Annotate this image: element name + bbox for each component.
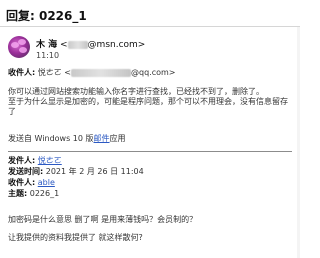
- quoted-to-label: 收件人:: [8, 178, 36, 187]
- email-subject: 回复: 0226_1: [6, 9, 87, 23]
- sender-email: @msn.com>: [87, 40, 146, 50]
- quoted-sent-value: 2021 年 2 月 26 日 11:04: [45, 167, 144, 176]
- quoted-subject: 主题: 0226_1: [8, 188, 144, 199]
- quoted-body-line: 加密码是什么意思 删了啊 是用来薄钱吗？会员制的？: [8, 215, 198, 224]
- quoted-to: 收件人: able: [8, 177, 144, 188]
- recipient-email: @qq.com>: [131, 68, 176, 77]
- signature: 发送自 Windows 10 版邮件应用: [8, 133, 126, 144]
- signature-prefix: 发送自 Windows 10 版: [8, 134, 94, 143]
- sender-line[interactable]: 木 海 < @msn.com>: [36, 37, 145, 50]
- sent-time: 11:10: [36, 51, 60, 60]
- quoted-body-line: 让我提供的资料我提供了 就这样散何?: [8, 233, 143, 242]
- sender-name: 木 海: [36, 40, 58, 50]
- mail-app-link[interactable]: 邮件: [94, 134, 110, 143]
- recipient-name: 悦ㄜㄛ: [37, 68, 62, 77]
- avatar-petal: [18, 39, 26, 45]
- recipient-line[interactable]: 收件人: 悦ㄜㄛ < @qq.com>: [8, 67, 176, 78]
- body-line: 至于为什么显示是加密的，可能是程序问题，那个可以不用理会，没有信息留存了: [8, 97, 288, 116]
- sender-avatar[interactable]: [8, 36, 30, 58]
- quoted-from: 发件人: 悦ㄜㄛ: [8, 155, 144, 166]
- quoted-from-link[interactable]: 悦ㄜㄛ: [38, 156, 62, 165]
- quoted-subject-label: 主题:: [8, 189, 28, 198]
- avatar-petal: [19, 47, 27, 53]
- redacted-text: [67, 40, 88, 49]
- header-divider: [0, 26, 300, 27]
- recipient-label: 收件人:: [8, 68, 36, 77]
- quote-divider: [8, 151, 292, 152]
- body-line: 你可以通过网站搜索功能输入你名字进行查找，已经找不到了，删除了。: [8, 87, 264, 96]
- quoted-body: 加密码是什么意思 删了啊 是用来薄钱吗？会员制的？ 让我提供的资料我提供了 就这…: [8, 214, 197, 250]
- quoted-to-link[interactable]: able: [38, 178, 55, 187]
- redacted-text: [71, 68, 131, 77]
- quoted-from-label: 发件人:: [8, 156, 36, 165]
- signature-suffix: 应用: [109, 134, 126, 143]
- message-body: 你可以通过网站搜索功能输入你名字进行查找，已经找不到了，删除了。 至于为什么显示…: [8, 87, 294, 117]
- scrollbar[interactable]: [297, 27, 300, 258]
- quoted-sent-label: 发送时间:: [8, 167, 44, 176]
- quoted-header: 发件人: 悦ㄜㄛ 发送时间: 2021 年 2 月 26 日 11:04 收件人…: [8, 155, 144, 199]
- quoted-subject-value: 0226_1: [29, 189, 60, 198]
- quoted-sent: 发送时间: 2021 年 2 月 26 日 11:04: [8, 166, 144, 177]
